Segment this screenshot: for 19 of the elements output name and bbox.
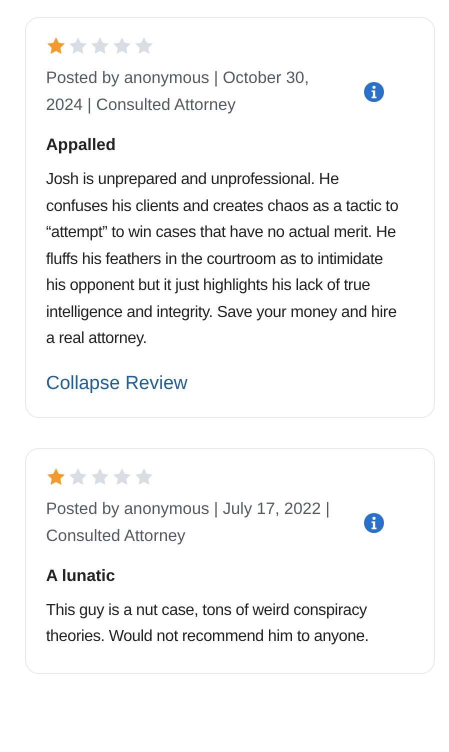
collapse-link[interactable]: Collapse Review xyxy=(46,372,188,394)
info-icon[interactable] xyxy=(364,512,384,532)
star-icon xyxy=(46,36,66,56)
review-meta: Posted by anonymous | July 17, 2022 | Consulted Attorney xyxy=(46,498,331,546)
review-text: This guy is a nut case, tons of weird conspiracy theories. Would not recommend him to anyone. xyxy=(46,600,370,647)
review-title: A lunatic xyxy=(46,566,116,586)
star-icon xyxy=(112,36,132,56)
star-icon xyxy=(90,466,110,486)
star-icon xyxy=(134,466,154,486)
review-meta: Posted by anonymous | October 30, 2024 | Consulted Attorney xyxy=(46,68,310,116)
info-icon[interactable] xyxy=(364,82,384,102)
star-icon xyxy=(134,36,154,56)
star-icon xyxy=(68,36,88,56)
star-icon xyxy=(90,36,110,56)
star-icon xyxy=(46,466,66,486)
review-title: Appalled xyxy=(46,136,117,155)
star-icon xyxy=(68,466,88,486)
review-text: Josh is unprepared and unprofessional. He confuses his clients and creates chaos as a tactic to “attempt” to win cases that have no actual merit. He fluffs his feathers in the courtroom as to intimidate his opponent but it just highlights his lack of true intelligence and integrity. Save your money and hire a real attorney. xyxy=(46,170,400,349)
star-icon xyxy=(112,466,132,486)
